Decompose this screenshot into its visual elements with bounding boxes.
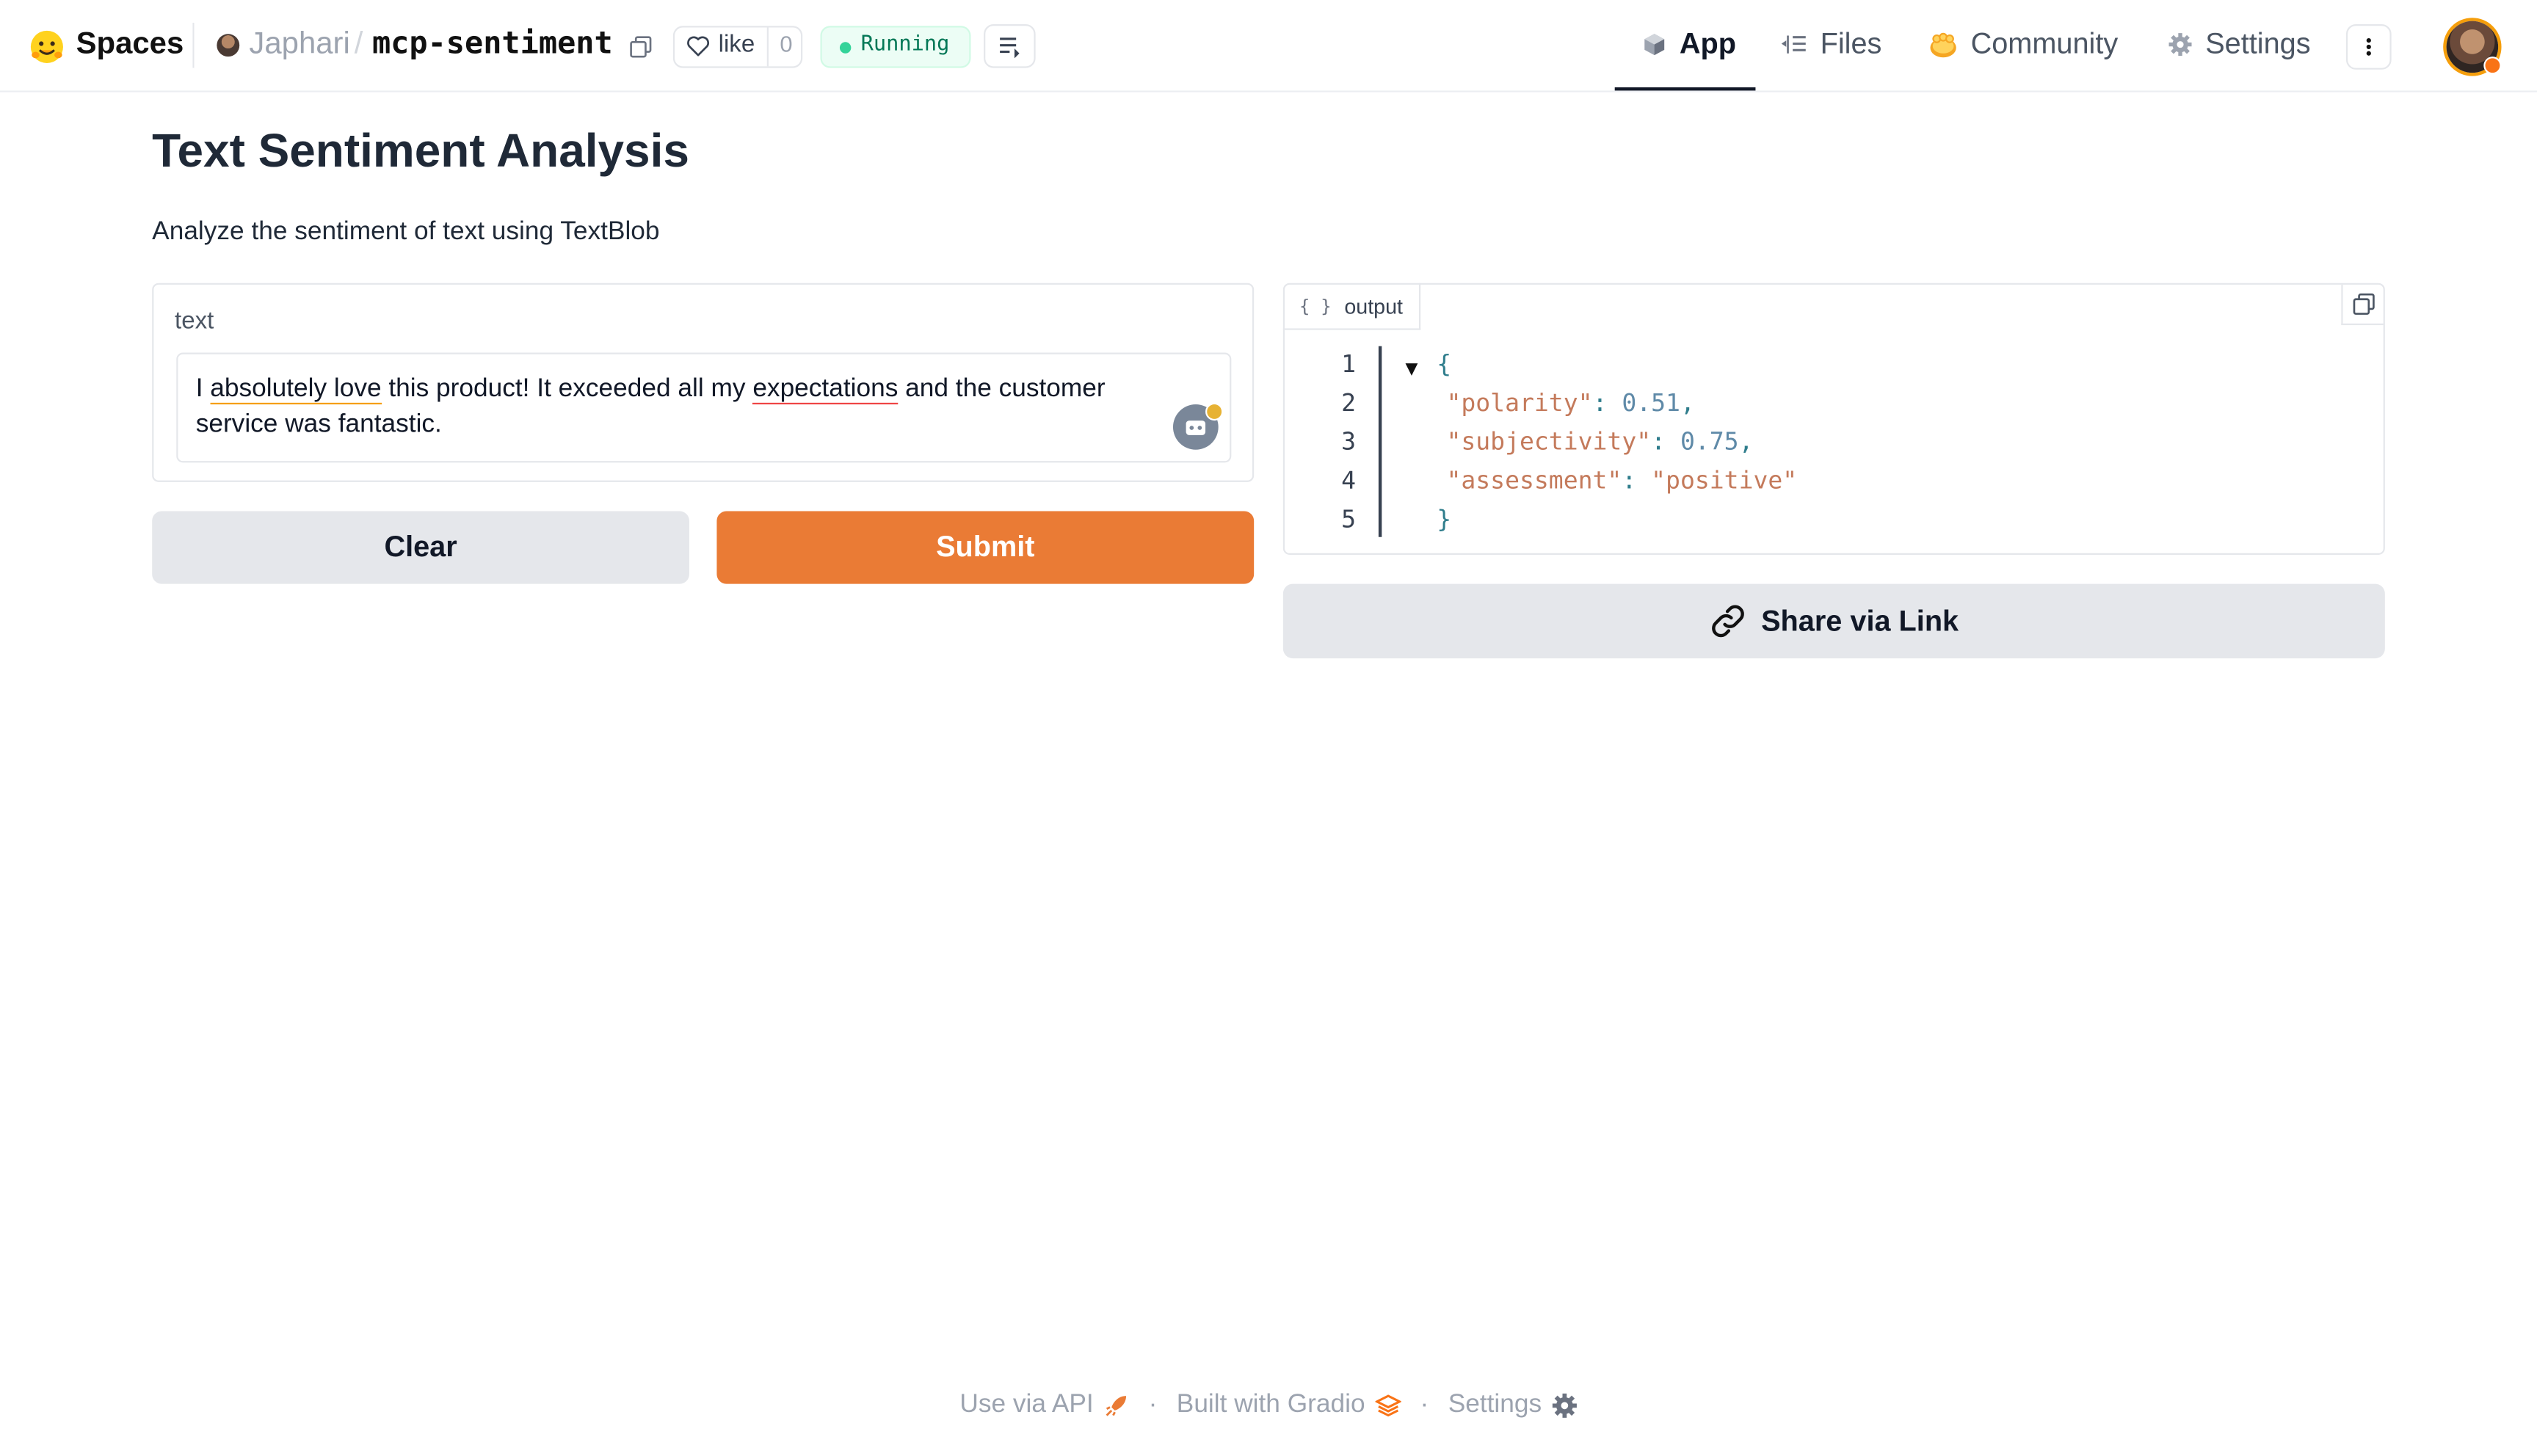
footer: Use via API · Built with Gradio · Settin… (0, 1391, 2537, 1421)
gradio-logo-icon (1374, 1394, 1401, 1417)
tab-files[interactable]: Files (1781, 27, 1882, 61)
header-divider (192, 22, 195, 68)
copy-name-icon[interactable] (629, 35, 652, 58)
avatar-notification-dot (2483, 57, 2502, 75)
gear-icon (2168, 33, 2192, 57)
json-entry-assessment: "assessment": "positive" (1446, 465, 1798, 495)
status-dot (839, 42, 852, 54)
like-divider (766, 27, 769, 67)
text-input-value[interactable]: I absolutely love this product! It excee… (196, 372, 1166, 443)
collapse-toggle[interactable]: ▼ (1401, 356, 1422, 380)
tab-app-label: App (1679, 27, 1736, 60)
spellcheck-suggestion[interactable]: absolutely love (210, 375, 382, 405)
heart-icon (687, 36, 710, 57)
tab-settings-label: Settings (2205, 27, 2311, 60)
status-text: Running (860, 32, 950, 57)
line-number: 5 (1341, 504, 1357, 534)
footer-separator: · (1420, 1391, 1429, 1419)
tab-community[interactable]: Community (1928, 27, 2118, 61)
gear-icon (1552, 1393, 1577, 1418)
spellcheck-error[interactable]: expectations (752, 375, 899, 405)
json-close-brace: } (1437, 504, 1452, 534)
footer-settings-link[interactable]: Settings (1448, 1391, 1578, 1421)
built-with-gradio-link[interactable]: Built with Gradio (1177, 1391, 1401, 1421)
output-label-tab: { } output (1282, 283, 1421, 330)
use-via-api-link[interactable]: Use via API (959, 1391, 1129, 1421)
submit-button[interactable]: Submit (716, 511, 1255, 584)
like-label: like (718, 30, 755, 59)
logs-icon (1000, 37, 1020, 59)
active-tab-indicator (1614, 87, 1756, 91)
line-number: 1 (1341, 349, 1357, 379)
code-gutter (1378, 346, 1382, 537)
link-icon (1713, 605, 1745, 638)
line-number: 3 (1341, 426, 1357, 456)
copy-icon (2353, 293, 2375, 315)
hugging-face-logo-icon[interactable] (29, 29, 65, 65)
copy-output-button[interactable] (2341, 284, 2384, 326)
tab-community-label: Community (1970, 27, 2119, 60)
json-open-brace: { (1437, 349, 1452, 379)
tab-files-label: Files (1820, 27, 1882, 60)
line-number: 2 (1341, 387, 1357, 418)
more-options-button[interactable] (2345, 24, 2392, 70)
footer-separator: · (1148, 1391, 1158, 1419)
page-title: Text Sentiment Analysis (152, 125, 689, 178)
output-label: output (1344, 294, 1404, 318)
breadcrumb-separator: / (354, 27, 363, 62)
community-icon (1930, 32, 1956, 57)
space-name[interactable]: mcp-sentiment (372, 26, 613, 61)
logs-button[interactable] (984, 24, 1036, 68)
owner-avatar[interactable] (217, 34, 240, 57)
files-icon (1781, 34, 1806, 53)
json-entry-subjectivity: "subjectivity": 0.75, (1446, 426, 1754, 456)
tab-app[interactable]: App (1642, 27, 1736, 61)
more-vertical-icon (2366, 38, 2371, 56)
json-entry-polarity: "polarity": 0.51, (1446, 387, 1695, 418)
rocket-icon (1106, 1396, 1126, 1416)
clear-button[interactable]: Clear (152, 511, 689, 584)
spaces-brand[interactable]: Spaces (76, 27, 184, 62)
line-number: 4 (1341, 465, 1357, 495)
share-label: Share via Link (1761, 604, 1959, 637)
share-via-link-button[interactable]: Share via Link (1282, 583, 2385, 659)
json-icon: { } (1299, 295, 1332, 316)
input-label: text (175, 307, 214, 335)
tab-settings[interactable]: Settings (2168, 27, 2311, 61)
grammarly-badge (1205, 402, 1224, 421)
like-count[interactable]: 0 (780, 31, 792, 57)
owner-link[interactable]: Japhari (249, 27, 349, 62)
page-description: Analyze the sentiment of text using Text… (152, 218, 660, 247)
cube-icon (1644, 34, 1665, 56)
